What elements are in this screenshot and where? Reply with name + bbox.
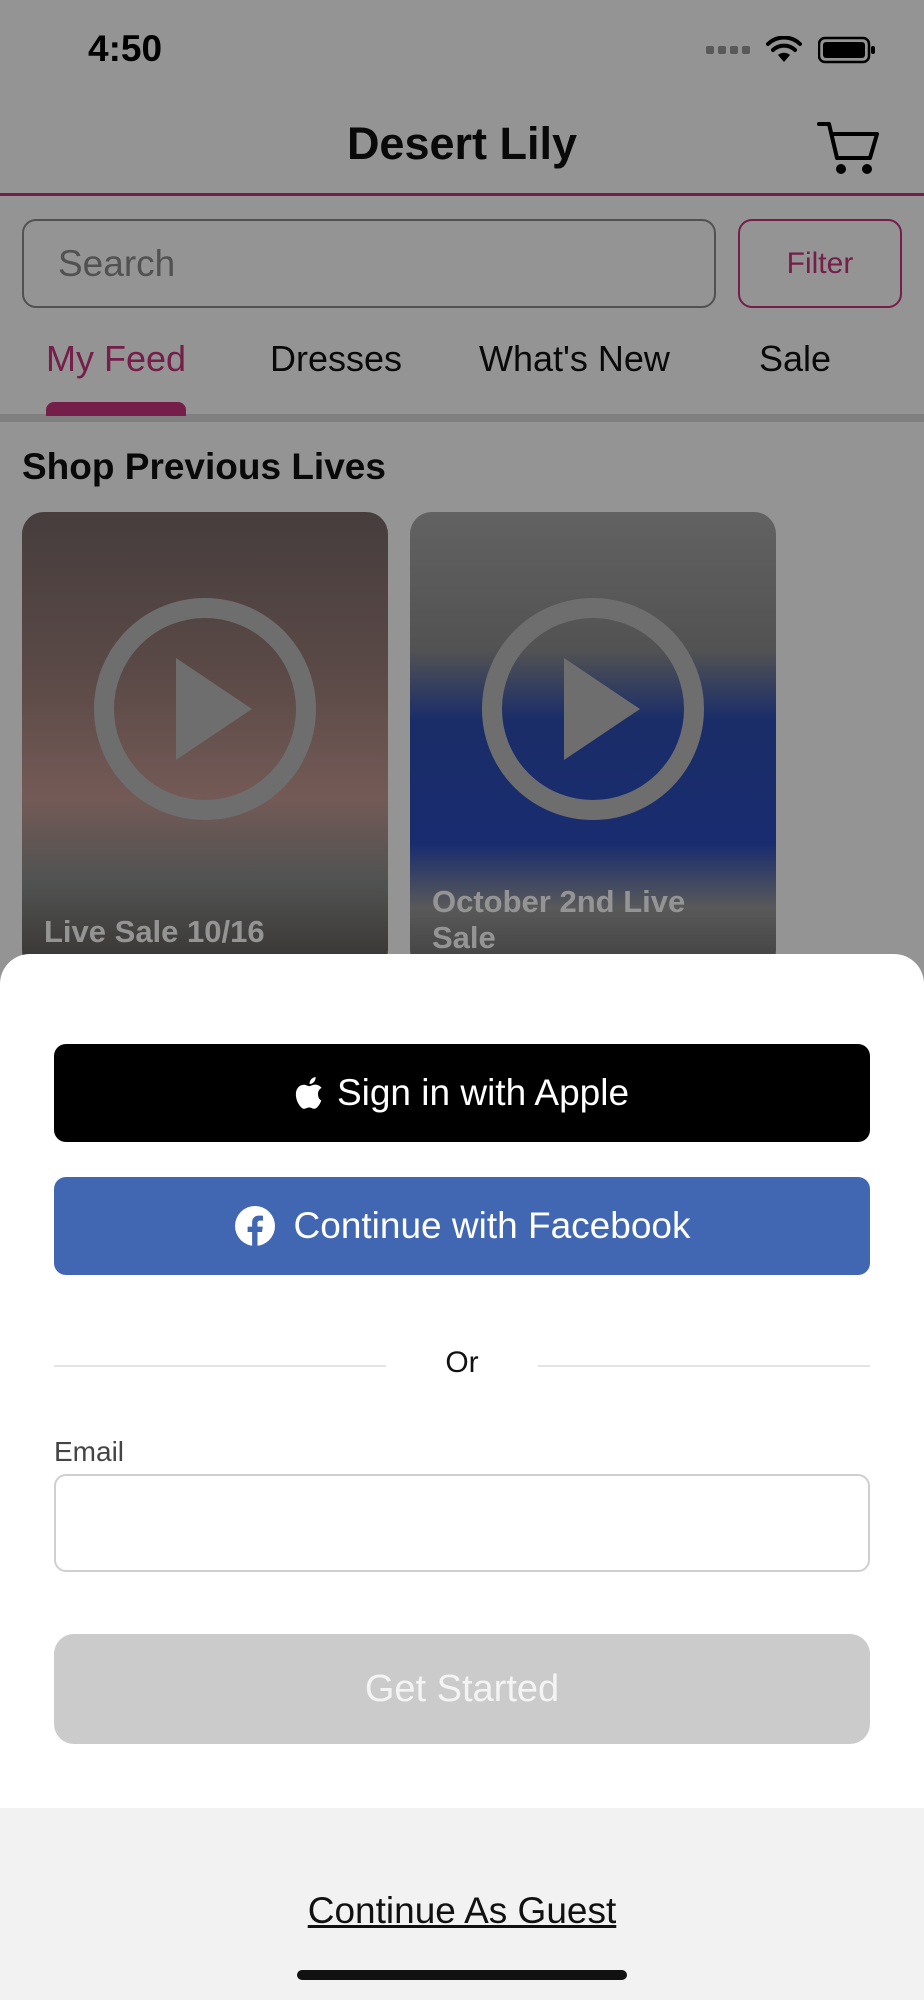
sign-in-with-apple-button[interactable]: Sign in with Apple — [54, 1044, 870, 1142]
sign-in-sheet: Sign in with Apple Continue with Faceboo… — [0, 954, 924, 2000]
email-input[interactable] — [56, 1476, 868, 1570]
apple-logo-icon — [295, 1077, 322, 1109]
continue-as-guest-link[interactable]: Continue As Guest — [0, 1890, 924, 1932]
facebook-button-label: Continue with Facebook — [293, 1205, 691, 1246]
email-label: Email — [54, 1436, 125, 1467]
divider-line-right — [538, 1365, 870, 1367]
apple-button-label: Sign in with Apple — [336, 1072, 630, 1113]
continue-with-facebook-button[interactable]: Continue with Facebook — [54, 1177, 870, 1275]
or-divider: Or — [54, 1340, 870, 1390]
facebook-logo-icon — [234, 1206, 275, 1246]
email-field[interactable] — [54, 1474, 870, 1572]
home-indicator — [297, 1970, 627, 1980]
get-started-button[interactable]: Get Started — [54, 1634, 870, 1744]
or-label: Or — [445, 1346, 479, 1379]
